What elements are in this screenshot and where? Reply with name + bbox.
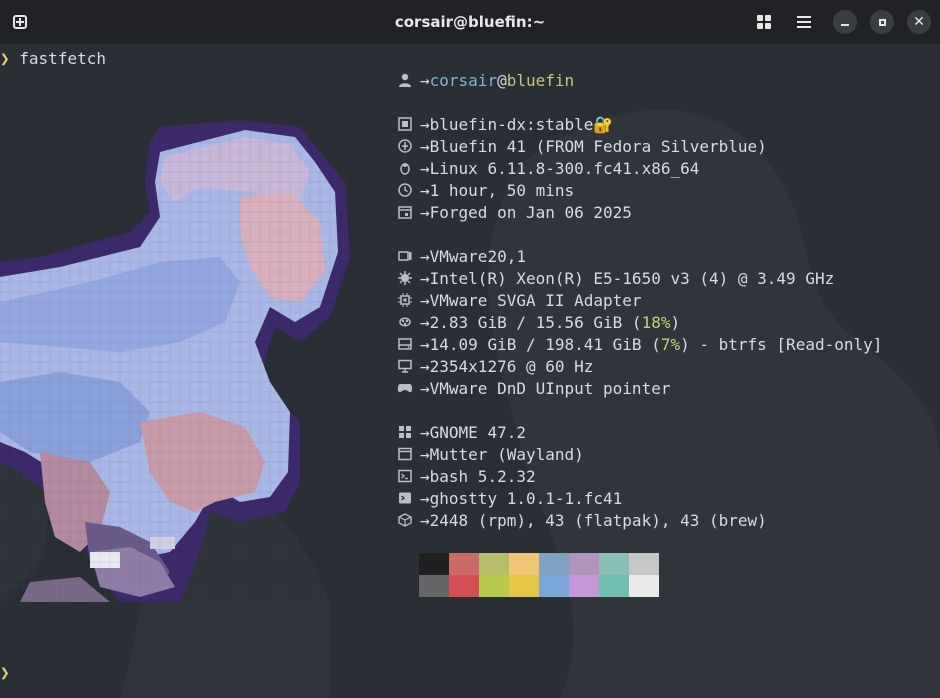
computer-icon — [396, 248, 414, 264]
palette-swatch — [599, 553, 629, 575]
de-value: GNOME 47.2 — [429, 422, 526, 442]
wm-value: Mutter (Wayland) — [429, 444, 584, 464]
prompt-line: ❯ fastfetch — [0, 50, 106, 68]
info-row-memory: → 2.83 GiB / 15.56 GiB (18%) — [396, 311, 882, 333]
display-value: 2354x1276 @ 60 Hz — [429, 356, 594, 376]
prompt-symbol: ❯ — [0, 49, 10, 68]
shell-value: bash 5.2.32 — [429, 466, 536, 486]
info-row-packages: → 2448 (rpm), 43 (flatpak), 43 (brew) — [396, 509, 882, 531]
username: corsair — [429, 70, 498, 90]
uptime-value: 1 hour, 50 mins — [429, 180, 575, 200]
clock-icon — [396, 182, 414, 198]
disk-icon — [396, 336, 414, 352]
command-text: fastfetch — [19, 49, 106, 68]
palette-swatch — [599, 575, 629, 597]
disk-percent: 7% — [660, 334, 681, 354]
color-palette — [419, 553, 659, 597]
hostname: bluefin — [506, 70, 575, 90]
terminal-area[interactable]: ❯ fastfetch → corsair @ bluefin → bluefi… — [0, 44, 940, 698]
info-row-de: → GNOME 47.2 — [396, 421, 882, 443]
fedora-icon — [396, 138, 414, 154]
desktop-icon — [396, 424, 414, 440]
terminal-value: ghostty 1.0.1-1.fc41 — [429, 488, 623, 508]
palette-swatch — [569, 575, 599, 597]
palette-swatch — [419, 575, 449, 597]
system-info-panel: → corsair @ bluefin → bluefin-dx:stable 🔐 … — [396, 69, 882, 531]
close-button[interactable]: ✕ — [907, 10, 931, 34]
minimize-icon — [841, 23, 849, 26]
input-value: VMware DnD UInput pointer — [429, 378, 671, 398]
info-row-kernel: → Linux 6.11.8-300.fc41.x86_64 — [396, 157, 882, 179]
info-row-disk: → 14.09 GiB / 198.41 GiB (7%) - btrfs [R… — [396, 333, 882, 355]
maximize-button[interactable] — [870, 10, 894, 34]
palette-swatch — [539, 553, 569, 575]
packages-value: 2448 (rpm), 43 (flatpak), 43 (brew) — [429, 510, 767, 530]
palette-swatch — [539, 575, 569, 597]
shell-icon — [396, 468, 414, 484]
memory-percent: 18% — [641, 312, 671, 332]
cpu-value: Intel(R) Xeon(R) E5-1650 v3 (4) @ 3.49 G… — [429, 268, 835, 288]
window-icon — [396, 446, 414, 462]
os-value: Bluefin 41 (FROM Fedora Silverblue) — [429, 136, 767, 156]
linux-icon — [396, 160, 414, 176]
monitor-icon — [396, 358, 414, 374]
palette-swatch — [509, 575, 539, 597]
info-row-shell: → bash 5.2.32 — [396, 465, 882, 487]
info-row-uptime: → 1 hour, 50 mins — [396, 179, 882, 201]
image-icon — [396, 116, 414, 132]
info-row-os: → Bluefin 41 (FROM Fedora Silverblue) — [396, 135, 882, 157]
info-row-gpu: → VMware SVGA II Adapter — [396, 289, 882, 311]
info-row-input: → VMware DnD UInput pointer — [396, 377, 882, 399]
image-value: bluefin-dx:stable — [429, 114, 594, 134]
tab-overview-button[interactable] — [752, 10, 776, 34]
info-row-display: → 2354x1276 @ 60 Hz — [396, 355, 882, 377]
info-row-cpu: → Intel(R) Xeon(R) E5-1650 v3 (4) @ 3.49… — [396, 267, 882, 289]
window-title: corsair@bluefin:~ — [394, 13, 546, 31]
title-bar: corsair@bluefin:~ ✕ — [0, 0, 940, 44]
palette-swatch — [449, 575, 479, 597]
close-icon: ✕ — [913, 14, 925, 30]
info-row-forged: → Forged on Jan 06 2025 — [396, 201, 882, 223]
info-row-user: → corsair @ bluefin — [396, 69, 882, 91]
palette-swatch — [569, 553, 599, 575]
maximize-icon — [878, 18, 886, 26]
gamepad-icon — [396, 380, 414, 396]
grid-icon — [757, 15, 771, 29]
info-row-image: → bluefin-dx:stable 🔐 — [396, 113, 882, 135]
forged-value: Forged on Jan 06 2025 — [429, 202, 632, 222]
prompt-symbol-bottom: ❯ — [0, 663, 10, 682]
package-icon — [396, 512, 414, 528]
menu-button[interactable] — [792, 10, 816, 34]
gpu-value: VMware SVGA II Adapter — [429, 290, 642, 310]
info-row-host: → VMware20,1 — [396, 245, 882, 267]
info-row-terminal: → ghostty 1.0.1-1.fc41 — [396, 487, 882, 509]
new-tab-button[interactable] — [8, 10, 32, 34]
lock-icon: 🔐 — [593, 114, 614, 134]
new-tab-icon — [13, 15, 27, 29]
hamburger-icon — [797, 16, 811, 28]
chip-icon — [396, 292, 414, 308]
palette-swatch — [629, 575, 659, 597]
bottom-prompt[interactable]: ❯ — [0, 664, 10, 682]
palette-swatch — [419, 553, 449, 575]
kernel-value: Linux 6.11.8-300.fc41.x86_64 — [429, 158, 700, 178]
palette-swatch — [629, 553, 659, 575]
host-value: VMware20,1 — [429, 246, 526, 266]
bluefin-dinosaur-logo — [0, 82, 360, 602]
user-icon — [396, 72, 414, 88]
palette-swatch — [509, 553, 539, 575]
calendar-icon — [396, 204, 414, 220]
palette-swatch — [479, 553, 509, 575]
memory-icon — [396, 314, 414, 330]
minimize-button[interactable] — [833, 10, 857, 34]
terminal-icon — [396, 490, 414, 506]
cpu-icon — [396, 270, 414, 286]
palette-swatch — [449, 553, 479, 575]
palette-swatch — [479, 575, 509, 597]
info-row-wm: → Mutter (Wayland) — [396, 443, 882, 465]
